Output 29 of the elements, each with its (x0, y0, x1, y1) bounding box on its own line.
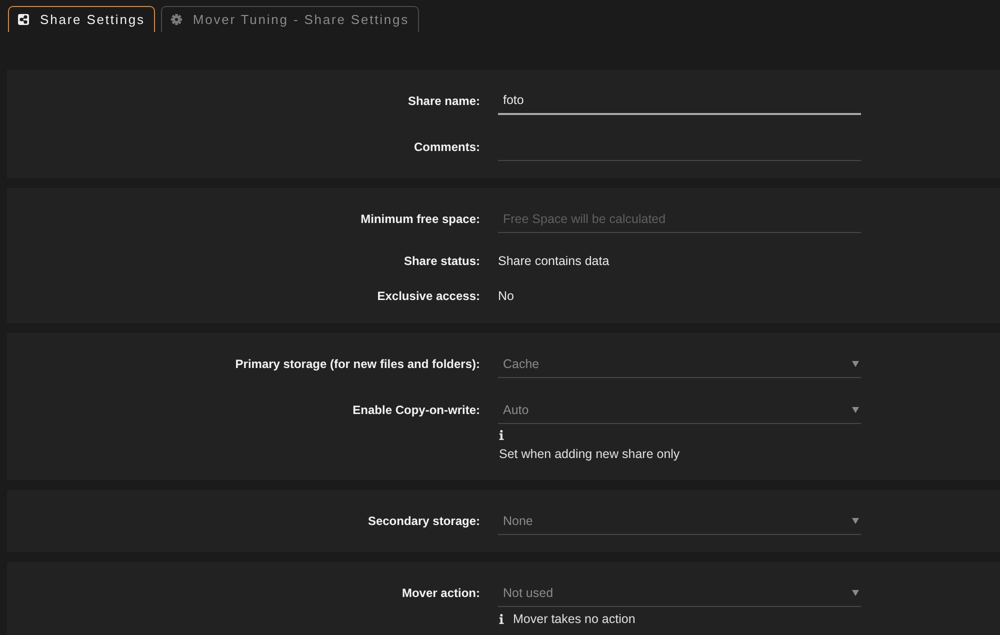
dropdown[interactable]: None (498, 507, 861, 535)
field-label: Share status: (402, 253, 480, 270)
caret-icon (852, 590, 859, 596)
gear-icon (170, 14, 182, 25)
field-label: Comments: (412, 139, 480, 156)
help-text: Mover takes no action (513, 611, 636, 628)
share-icon (18, 14, 29, 25)
help-text: Set when adding new share only (499, 446, 680, 463)
dropdown[interactable]: Auto (498, 396, 861, 424)
field-label: Enable Copy-on-write: (352, 402, 480, 419)
field-label: Share name: (406, 93, 480, 110)
tab[interactable]: Share Settings (8, 6, 155, 32)
text-field[interactable]: Free Space will be calculated (498, 205, 861, 233)
info-icon (499, 430, 504, 440)
field-label: Exclusive access: (376, 288, 480, 305)
value-text: Share contains data (498, 253, 610, 270)
text-field[interactable]: foto (498, 87, 861, 115)
field-label: Secondary storage: (366, 513, 480, 530)
dropdown[interactable]: Not used (498, 579, 861, 607)
caret-icon (852, 518, 859, 524)
value-text: No (498, 288, 514, 305)
dropdown[interactable]: Cache (498, 350, 861, 378)
field-label: Mover action: (400, 585, 480, 602)
field-label: Primary storage (for new files and folders): (234, 356, 480, 373)
tab[interactable]: Mover Tuning - Share Settings (160, 6, 420, 32)
field-label: Minimum free space: (360, 211, 480, 228)
caret-icon (852, 406, 859, 412)
caret-icon (852, 360, 859, 366)
info-icon (499, 614, 504, 624)
